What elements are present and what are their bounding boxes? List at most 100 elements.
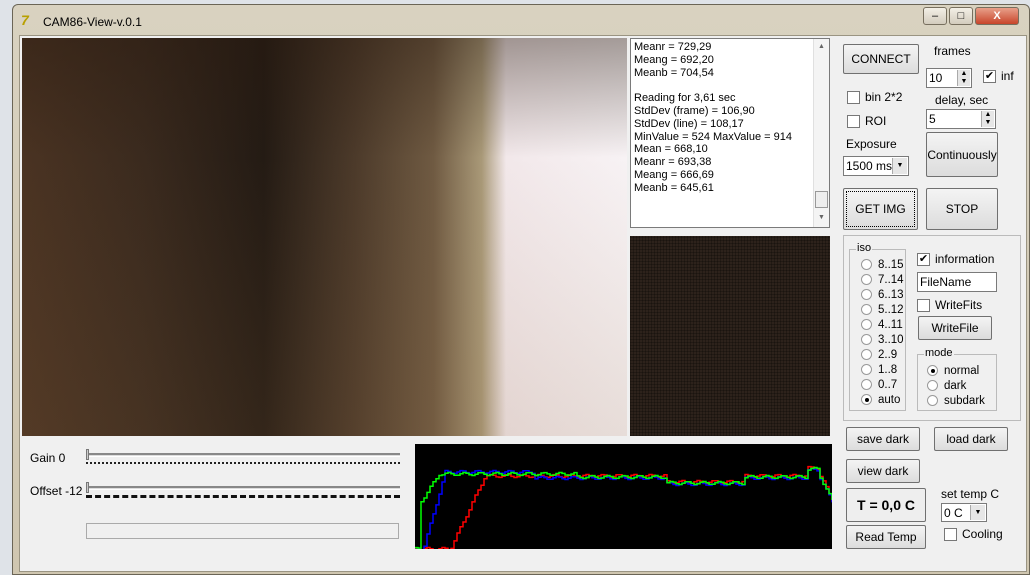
log-scrollbar[interactable]: ▲ ▼ (813, 39, 829, 227)
delay-spinner[interactable]: ▲ ▼ (981, 111, 994, 127)
log-line: Meang = 666,69 (634, 168, 714, 181)
radio-icon (861, 259, 872, 270)
log-line: Reading for 3,61 sec (634, 92, 736, 105)
radio-613[interactable]: 6..13 (861, 287, 904, 302)
offset-slider[interactable] (86, 486, 400, 490)
read-temp-button[interactable]: Read Temp (846, 525, 926, 549)
checkbox-box (944, 527, 957, 541)
radio-icon (861, 349, 872, 360)
radio-310[interactable]: 3..10 (861, 332, 904, 347)
set-temp-label: set temp C (941, 487, 1000, 501)
filename-value: FileName (920, 275, 972, 289)
radio-subdark[interactable]: subdark (927, 393, 985, 408)
bin-label: bin 2*2 (865, 90, 903, 104)
offset-slider-thumb[interactable] (86, 482, 89, 493)
preview-image (630, 236, 830, 436)
stop-button[interactable]: STOP (926, 188, 998, 230)
check-icon: ✔ (983, 69, 996, 83)
chevron-down-icon[interactable]: ▼ (970, 505, 985, 520)
get-img-button[interactable]: GET IMG (843, 188, 918, 230)
radio-label: 6..13 (878, 288, 904, 301)
client-area: Meanr = 729,29 Meang = 692,20 Meanb = 704,… (19, 35, 1027, 572)
inf-checkbox[interactable]: ✔ inf (983, 69, 1014, 83)
camera-image (22, 38, 627, 436)
progress-bar (86, 523, 399, 539)
iso-group: iso 8..15 7..14 6..13 5..12 4..11 3..10 2..9 1..… (849, 242, 906, 411)
radio-label: 3..10 (878, 333, 904, 346)
roi-checkbox[interactable]: ROI (847, 114, 886, 128)
radio-icon (861, 394, 872, 405)
radio-label: 2..9 (878, 348, 898, 361)
window-title: CAM86-View-v.0.1 (43, 15, 142, 29)
mode-label: mode (924, 347, 954, 359)
frames-spinner[interactable]: ▲ ▼ (957, 70, 970, 86)
radio-icon (927, 365, 938, 376)
radio-815[interactable]: 8..15 (861, 257, 904, 272)
radio-714[interactable]: 7..14 (861, 272, 904, 287)
minimize-button[interactable]: – (923, 7, 947, 25)
close-button[interactable]: X (975, 7, 1019, 25)
save-dark-button[interactable]: save dark (846, 427, 920, 451)
radio-icon (861, 319, 872, 330)
maximize-button[interactable]: □ (949, 7, 973, 25)
continuously-button[interactable]: Continuously (926, 132, 998, 177)
radio-icon (861, 289, 872, 300)
log-text: Meanr = 729,29 Meang = 692,20 Meanb = 704,… (634, 41, 826, 195)
radio-label: 1..8 (878, 363, 898, 376)
histogram-blue-curve (415, 467, 832, 549)
gain-ticks (86, 462, 400, 466)
log-textbox[interactable]: Meanr = 729,29 Meang = 692,20 Meanb = 704,… (630, 38, 830, 228)
radio-18[interactable]: 1..8 (861, 362, 904, 377)
log-line: Mean = 668,10 (634, 143, 708, 156)
radio-07[interactable]: 0..7 (861, 377, 904, 392)
checkbox-box (917, 298, 930, 312)
information-checkbox[interactable]: ✔ information (917, 252, 994, 266)
radio-label: dark (944, 379, 967, 392)
gain-slider-thumb[interactable] (86, 449, 89, 460)
radio-normal[interactable]: normal (927, 363, 985, 378)
radio-label: subdark (944, 394, 985, 407)
inf-label: inf (1001, 69, 1014, 83)
filename-input[interactable]: FileName (917, 272, 997, 292)
writefits-checkbox[interactable]: WriteFits (917, 298, 982, 312)
radio-512[interactable]: 5..12 (861, 302, 904, 317)
radio-auto[interactable]: auto (861, 392, 904, 407)
gain-slider[interactable] (86, 453, 400, 457)
radio-411[interactable]: 4..11 (861, 317, 904, 332)
exposure-label: Exposure (846, 137, 897, 151)
radio-label: 7..14 (878, 273, 904, 286)
writefile-button[interactable]: WriteFile (918, 316, 992, 340)
checkbox-box (847, 114, 860, 128)
log-line: Meanr = 693,38 (634, 156, 712, 169)
radio-icon (927, 380, 938, 391)
histogram (415, 444, 832, 549)
connect-button[interactable]: CONNECT (843, 44, 919, 74)
offset-ticks (86, 495, 400, 499)
mode-group: mode normal dark subdark (917, 347, 997, 411)
log-line: Meang = 692,20 (634, 53, 714, 66)
set-temp-select[interactable]: 0 C ▼ (941, 503, 987, 522)
frames-input[interactable]: 10 ▲ ▼ (926, 68, 972, 88)
log-line: Meanr = 729,29 (634, 41, 712, 53)
radio-label: auto (878, 393, 901, 406)
radio-29[interactable]: 2..9 (861, 347, 904, 362)
view-dark-button[interactable]: view dark (846, 459, 920, 483)
check-icon: ✔ (917, 252, 930, 266)
log-line: Meanb = 645,61 (634, 181, 714, 194)
app-window: 7 CAM86-View-v.0.1 – □ X Meanr = 729,29 M… (12, 4, 1030, 575)
radio-label: 8..15 (878, 258, 904, 271)
set-temp-value: 0 C (944, 505, 963, 520)
chevron-down-icon[interactable]: ▼ (892, 158, 907, 174)
exposure-select[interactable]: 1500 ms ▼ (843, 156, 909, 176)
delay-input[interactable]: 5 ▲ ▼ (926, 109, 996, 129)
bin-checkbox[interactable]: bin 2*2 (847, 90, 902, 104)
cooling-checkbox[interactable]: Cooling (944, 527, 1003, 541)
radio-label: normal (944, 364, 980, 377)
writefits-label: WriteFits (935, 298, 983, 312)
load-dark-button[interactable]: load dark (934, 427, 1008, 451)
radio-icon (861, 334, 872, 345)
radio-label: 5..12 (878, 303, 904, 316)
offset-label: Offset -12 (30, 484, 83, 498)
frames-label: frames (934, 44, 971, 58)
radio-dark[interactable]: dark (927, 378, 985, 393)
